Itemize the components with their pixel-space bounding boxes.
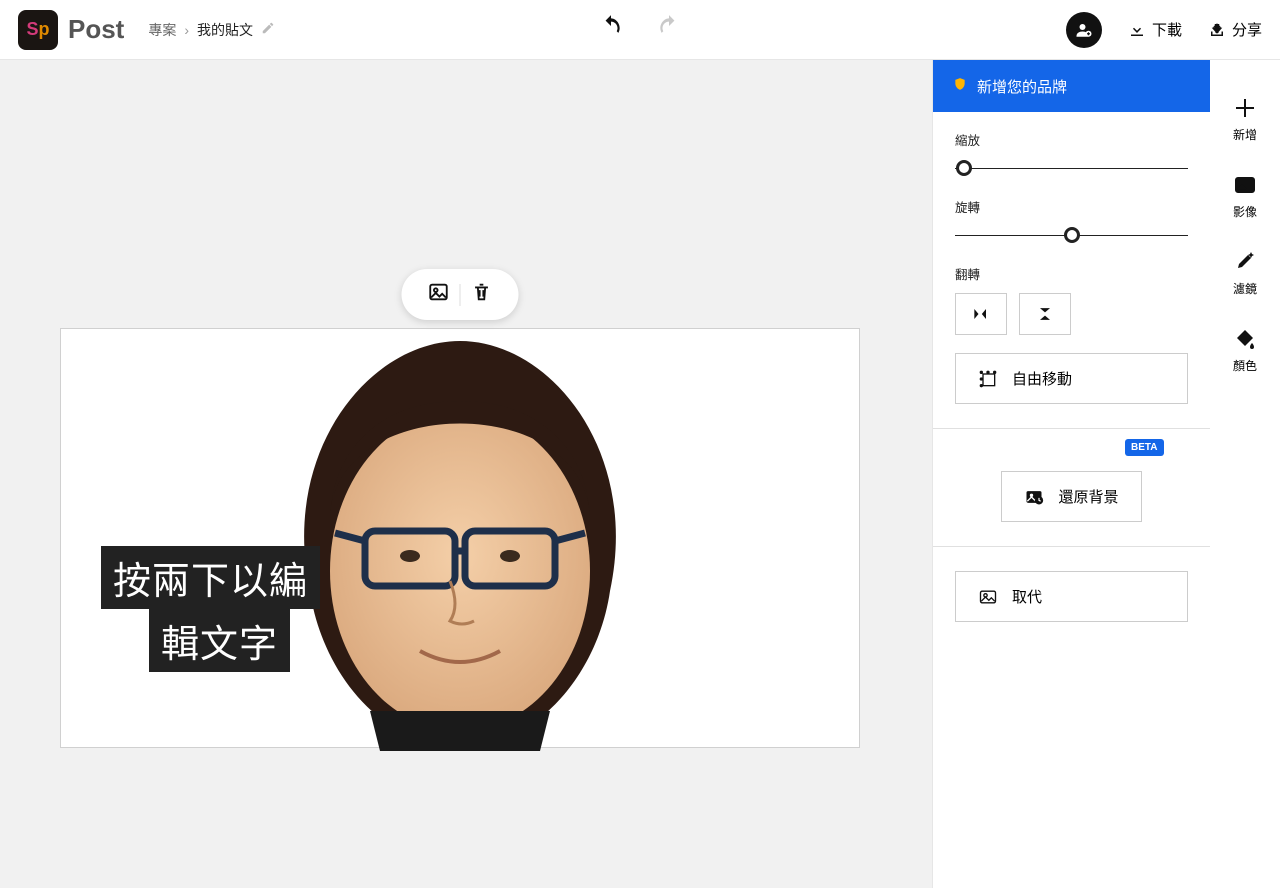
- topbar: Sp Post 專案 › 我的貼文 下載 分享: [0, 0, 1280, 60]
- replace-button[interactable]: 取代: [955, 571, 1188, 622]
- plus-icon: [1233, 96, 1257, 120]
- flip-vertical-button[interactable]: [1019, 293, 1071, 335]
- free-move-button[interactable]: 自由移動: [955, 353, 1188, 404]
- download-label: 下載: [1152, 19, 1182, 40]
- breadcrumb-sep: ›: [184, 22, 189, 38]
- flip-horizontal-button[interactable]: [955, 293, 1007, 335]
- share-button[interactable]: 分享: [1208, 19, 1262, 40]
- text-line-1: 按兩下以編: [101, 546, 320, 609]
- user-avatar[interactable]: [1066, 12, 1102, 48]
- rail-add-label: 新增: [1233, 126, 1257, 143]
- workspace: 按兩下以編 輯文字 新增您的品牌 縮放 旋轉 翻轉: [0, 60, 1280, 888]
- canvas[interactable]: 按兩下以編 輯文字: [60, 328, 860, 748]
- rail-image-label: 影像: [1233, 203, 1257, 220]
- logo-text: Sp: [26, 19, 49, 40]
- paint-bucket-icon: [1233, 327, 1257, 351]
- text-line-2: 輯文字: [149, 609, 290, 672]
- edit-name-icon[interactable]: [261, 21, 275, 38]
- restore-bg-button[interactable]: 還原背景: [1001, 471, 1141, 522]
- rail-filter[interactable]: 濾鏡: [1210, 250, 1280, 297]
- download-icon: [1128, 21, 1146, 39]
- panel-body: 縮放 旋轉 翻轉 自由移動: [933, 112, 1210, 622]
- share-icon: [1208, 21, 1226, 39]
- share-label: 分享: [1232, 19, 1262, 40]
- replace-label: 取代: [1012, 586, 1042, 607]
- rotate-slider[interactable]: [955, 228, 1188, 242]
- restore-bg-label: 還原背景: [1058, 486, 1118, 507]
- app-name: Post: [68, 14, 124, 45]
- app-logo: Sp: [18, 10, 58, 50]
- add-brand-bar[interactable]: 新增您的品牌: [933, 60, 1210, 112]
- text-element[interactable]: 按兩下以編 輯文字: [101, 546, 320, 672]
- zoom-label: 縮放: [955, 130, 1188, 149]
- history-controls: [596, 13, 684, 46]
- photo-placeholder[interactable]: [250, 331, 670, 751]
- floating-toolbar: [402, 269, 519, 320]
- free-move-label: 自由移動: [1012, 368, 1072, 389]
- rail-color-label: 顏色: [1233, 357, 1257, 374]
- download-button[interactable]: 下載: [1128, 19, 1182, 40]
- rail-add[interactable]: 新增: [1210, 96, 1280, 143]
- rail-image[interactable]: 影像: [1210, 173, 1280, 220]
- redo-button[interactable]: [654, 13, 684, 46]
- right-rail: 新增 影像 濾鏡 顏色: [1210, 60, 1280, 888]
- zoom-slider[interactable]: [955, 161, 1188, 175]
- undo-button[interactable]: [596, 13, 626, 46]
- delete-icon[interactable]: [461, 277, 503, 312]
- add-brand-label: 新增您的品牌: [977, 76, 1067, 97]
- flip-label: 翻轉: [955, 264, 1188, 283]
- image-plus-icon: [1233, 173, 1257, 197]
- rotate-label: 旋轉: [955, 197, 1188, 216]
- shield-icon: [953, 76, 967, 96]
- topbar-actions: 下載 分享: [1066, 12, 1262, 48]
- breadcrumb-root[interactable]: 專案: [148, 20, 176, 40]
- breadcrumb: 專案 › 我的貼文: [148, 20, 275, 40]
- properties-panel: 新增您的品牌 縮放 旋轉 翻轉: [932, 60, 1210, 888]
- beta-badge: BETA: [1125, 439, 1163, 456]
- sparkle-icon: [1233, 250, 1257, 274]
- replace-image-icon[interactable]: [418, 277, 460, 312]
- rail-color[interactable]: 顏色: [1210, 327, 1280, 374]
- breadcrumb-current[interactable]: 我的貼文: [197, 20, 253, 40]
- rail-filter-label: 濾鏡: [1233, 280, 1257, 297]
- canvas-content[interactable]: 按兩下以編 輯文字: [65, 333, 855, 743]
